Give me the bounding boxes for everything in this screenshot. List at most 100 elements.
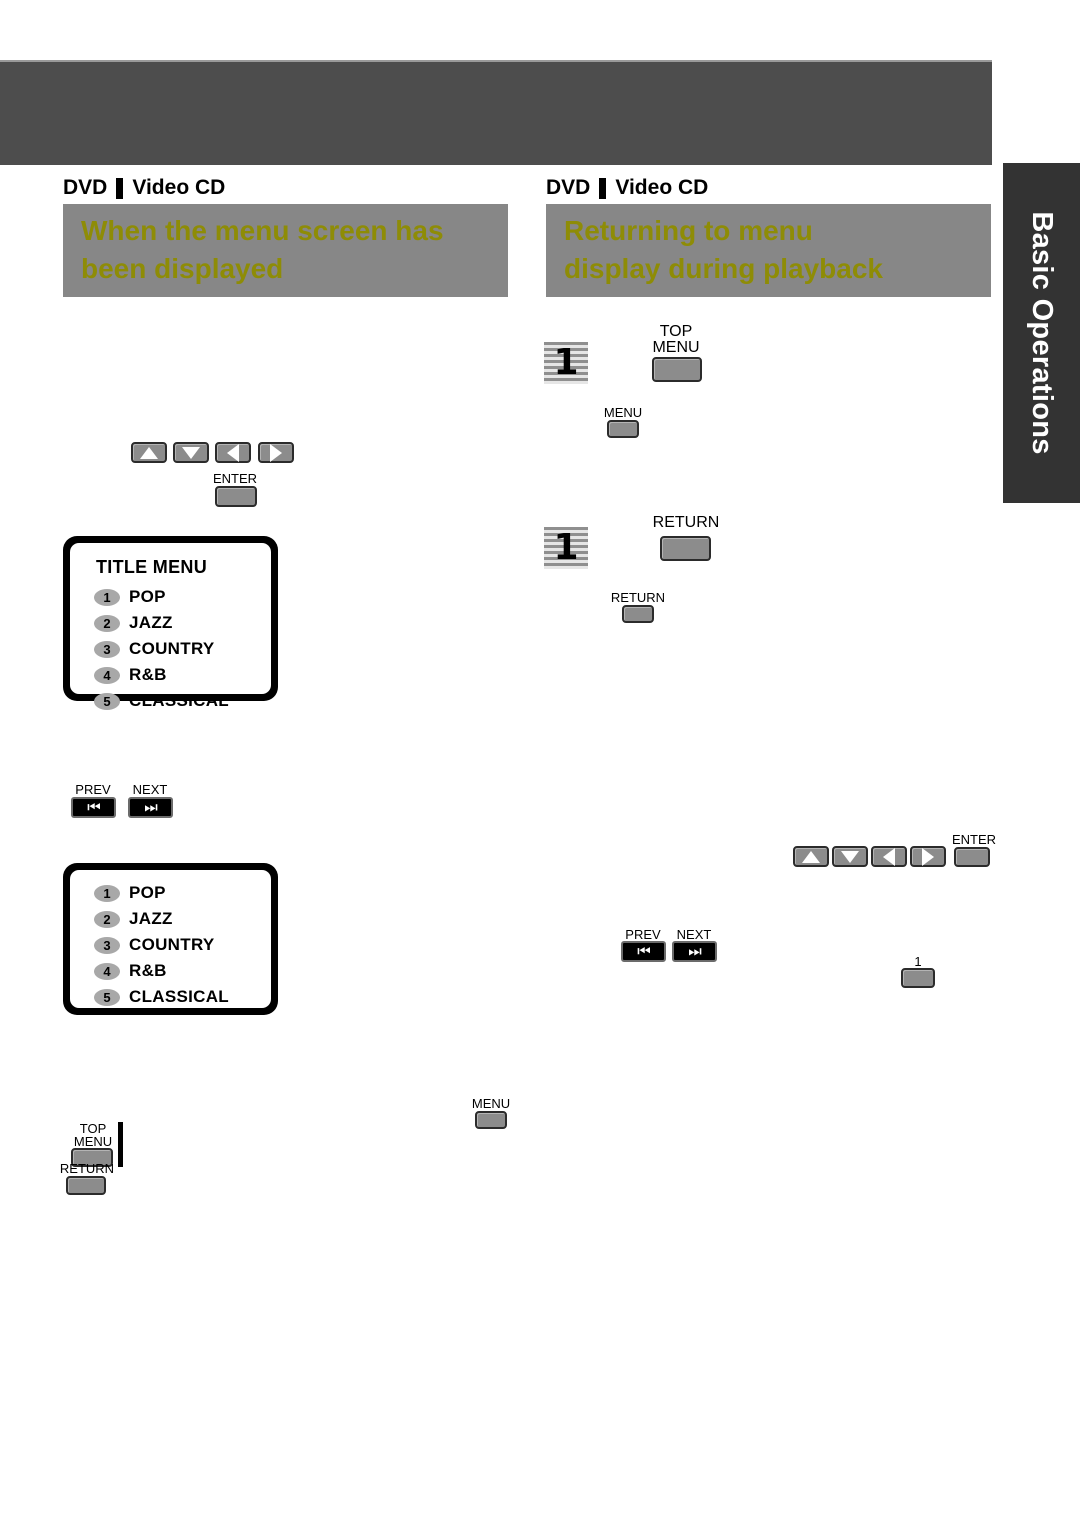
return-button-right-2[interactable] <box>622 605 654 623</box>
menu-list-item: 3 COUNTRY <box>94 636 271 662</box>
step-number-badge-1b: 1 <box>544 527 588 569</box>
top-menu-button-label-line1-right: TOP <box>659 323 693 340</box>
step-number-text: 1 <box>553 342 579 383</box>
list-item-label: JAZZ <box>129 613 173 632</box>
button-group-divider <box>118 1122 123 1167</box>
list-item-label: R&B <box>129 665 167 684</box>
media-badge-right: DVD Video CD <box>546 175 991 201</box>
step-number-badge-1: 1 <box>544 342 588 384</box>
down-arrow-icon <box>841 850 859 863</box>
next-button-label: NEXT <box>132 782 168 797</box>
menu-list-item: 3 COUNTRY <box>94 932 271 958</box>
left-arrow-icon <box>227 443 239 462</box>
left-arrow-button-right[interactable] <box>871 846 907 867</box>
section-title-right: Returning to menu display during playbac… <box>546 204 991 297</box>
page-header-band <box>0 60 992 165</box>
enter-button-right[interactable] <box>954 847 990 867</box>
return-button-label-bottom: RETURN <box>59 1161 115 1176</box>
list-item-label: CLASSICAL <box>129 691 229 710</box>
menu-list-item: 1 POP <box>94 880 271 906</box>
list-bullet: 3 <box>94 640 120 658</box>
return-button-label-right: RETURN <box>652 514 720 531</box>
prev-skip-button[interactable]: ⏮ <box>71 797 116 818</box>
section-header-left: DVD Video CD When the menu screen has be… <box>63 175 508 297</box>
list-item-label: JAZZ <box>129 909 173 928</box>
list-bullet: 2 <box>94 910 120 928</box>
list-bullet: 3 <box>94 936 120 954</box>
top-menu-button-label-line2-right: MENU <box>652 339 700 356</box>
list-bullet: 5 <box>94 692 120 710</box>
list-bullet: 1 <box>94 884 120 902</box>
menu-button-right[interactable] <box>607 420 639 438</box>
menu-button-bottom[interactable] <box>475 1111 507 1129</box>
down-arrow-button[interactable] <box>173 442 209 463</box>
right-arrow-button[interactable] <box>258 442 294 463</box>
menu-list-item: 1 POP <box>94 584 271 610</box>
section-title-left-line2: been displayed <box>81 253 284 284</box>
tv-screen-content-2: 1 POP 2 JAZZ 3 COUNTRY 4 R&B 5 CLASSICAL <box>70 870 271 1008</box>
enter-button-label-right: ENTER <box>951 832 997 847</box>
next-skip-button-right[interactable]: ⏭ <box>672 941 717 962</box>
next-button-label-right: NEXT <box>676 927 712 942</box>
media-badge-divider <box>116 177 124 199</box>
menu-list-item: 4 R&B <box>94 958 271 984</box>
chapter-tab-label: Basic Operations <box>1026 211 1058 455</box>
enter-button[interactable] <box>215 486 257 507</box>
menu-button-label-bottom: MENU <box>471 1096 511 1111</box>
menu-list-item: 2 JAZZ <box>94 610 271 636</box>
list-item-label: COUNTRY <box>129 639 215 658</box>
enter-button-label: ENTER <box>212 471 258 486</box>
list-item-label: POP <box>129 587 166 606</box>
right-arrow-button-right[interactable] <box>910 846 946 867</box>
list-item-label: CLASSICAL <box>129 987 229 1006</box>
top-menu-button-label-line2: MENU <box>73 1134 113 1149</box>
media-badge-divider-2 <box>599 177 607 199</box>
top-menu-button-right[interactable] <box>652 357 702 382</box>
media-badge-dvd-2: DVD <box>546 176 591 199</box>
prev-skip-button-right[interactable]: ⏮ <box>621 941 666 962</box>
tv-screen-content: TITLE MENU 1 POP 2 JAZZ 3 COUNTRY 4 R&B … <box>70 543 271 710</box>
number-one-button-label: 1 <box>914 954 922 969</box>
return-button-label-right-2: RETURN <box>610 590 666 605</box>
menu-button-label-right: MENU <box>603 405 643 420</box>
media-badge-videocd: Video CD <box>132 176 226 199</box>
list-bullet: 4 <box>94 666 120 684</box>
skip-backward-icon: ⏮ <box>637 943 650 960</box>
list-bullet: 1 <box>94 588 120 606</box>
tv-screen-heading: TITLE MENU <box>96 557 207 577</box>
number-one-button[interactable] <box>901 968 935 988</box>
down-arrow-icon <box>182 446 200 459</box>
menu-list-item: 4 R&B <box>94 662 271 688</box>
left-arrow-icon <box>883 847 895 866</box>
section-title-right-line2: display during playback <box>564 253 883 284</box>
up-arrow-icon <box>140 446 158 459</box>
skip-backward-icon: ⏮ <box>87 799 100 816</box>
section-header-right: DVD Video CD Returning to menu display d… <box>546 175 991 297</box>
tv-screen-chapter-list: 1 POP 2 JAZZ 3 COUNTRY 4 R&B 5 CLASSICAL <box>63 863 278 1015</box>
list-bullet: 4 <box>94 962 120 980</box>
return-button-right[interactable] <box>660 536 711 561</box>
section-title-left: When the menu screen has been displayed <box>63 204 508 297</box>
media-badge-dvd: DVD <box>63 176 108 199</box>
skip-forward-icon: ⏭ <box>144 799 157 816</box>
menu-list-item: 5 CLASSICAL <box>94 688 271 714</box>
up-arrow-button-right[interactable] <box>793 846 829 867</box>
menu-list-item: 2 JAZZ <box>94 906 271 932</box>
list-item-label: R&B <box>129 961 167 980</box>
up-arrow-button[interactable] <box>131 442 167 463</box>
list-bullet: 2 <box>94 614 120 632</box>
list-item-label: POP <box>129 883 166 902</box>
right-arrow-icon <box>922 847 934 866</box>
list-item-label: COUNTRY <box>129 935 215 954</box>
skip-forward-icon: ⏭ <box>688 943 701 960</box>
section-title-right-line1: Returning to menu <box>564 215 813 246</box>
return-button-bottom[interactable] <box>66 1176 106 1195</box>
media-badge-videocd-2: Video CD <box>615 176 709 199</box>
down-arrow-button-right[interactable] <box>832 846 868 867</box>
next-skip-button[interactable]: ⏭ <box>128 797 173 818</box>
menu-list-item: 5 CLASSICAL <box>94 984 271 1010</box>
chapter-tab-basic-operations[interactable]: Basic Operations <box>1003 163 1080 503</box>
section-title-left-line1: When the menu screen has <box>81 215 444 246</box>
left-arrow-button[interactable] <box>215 442 251 463</box>
media-badge-left: DVD Video CD <box>63 175 508 201</box>
